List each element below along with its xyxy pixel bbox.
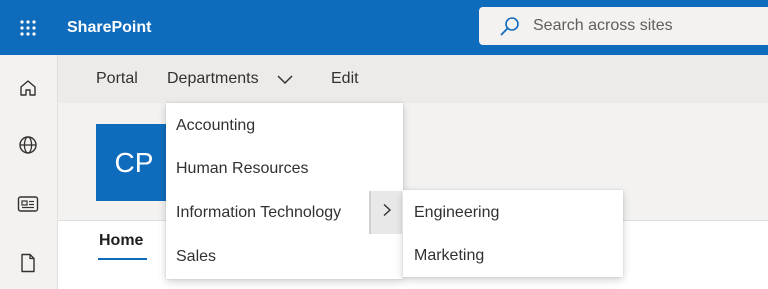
menu-item-sales[interactable]: Sales: [166, 235, 403, 278]
submenu-expand-button[interactable]: [369, 191, 402, 234]
hubnav-departments-link[interactable]: Departments: [167, 55, 259, 103]
brand-link[interactable]: SharePoint: [67, 0, 151, 55]
site-logo[interactable]: CP: [96, 124, 172, 201]
submenu-item-engineering[interactable]: Engineering: [403, 191, 623, 234]
chevron-right-icon: [381, 191, 393, 234]
hubnav-edit-link[interactable]: Edit: [331, 55, 359, 103]
menu-item-information-technology[interactable]: Information Technology: [166, 191, 403, 234]
app-bar: [0, 55, 58, 289]
menu-item-label: Information Technology: [176, 204, 342, 221]
news-icon[interactable]: [16, 192, 40, 216]
home-icon[interactable]: [16, 76, 40, 100]
menu-item-accounting[interactable]: Accounting: [166, 104, 403, 147]
submenu-item-marketing[interactable]: Marketing: [403, 234, 623, 277]
globe-icon[interactable]: [16, 133, 40, 157]
submenu-item-label: Engineering: [414, 204, 500, 221]
search-box[interactable]: Search across sites: [479, 7, 768, 45]
search-placeholder: Search across sites: [533, 17, 673, 34]
search-icon: [499, 16, 521, 41]
menu-item-human-resources[interactable]: Human Resources: [166, 147, 403, 190]
submenu-item-label: Marketing: [414, 247, 485, 264]
file-icon[interactable]: [16, 251, 40, 275]
hubnav-portal-link[interactable]: Portal: [96, 55, 138, 103]
menu-item-label: Accounting: [176, 117, 256, 134]
menu-item-label: Human Resources: [176, 160, 309, 177]
it-submenu: Engineering Marketing: [403, 190, 623, 277]
suite-bar: SharePoint Search across sites: [0, 0, 768, 55]
active-tab-indicator: [98, 258, 147, 260]
menu-item-label: Sales: [176, 248, 217, 265]
app-launcher-waffle-icon[interactable]: [0, 0, 55, 55]
hub-navigation: Portal Departments Edit: [58, 55, 768, 103]
chevron-down-icon[interactable]: [276, 72, 294, 91]
departments-menu: Accounting Human Resources Information T…: [166, 103, 403, 279]
sitenav-home-link[interactable]: Home: [99, 232, 143, 250]
